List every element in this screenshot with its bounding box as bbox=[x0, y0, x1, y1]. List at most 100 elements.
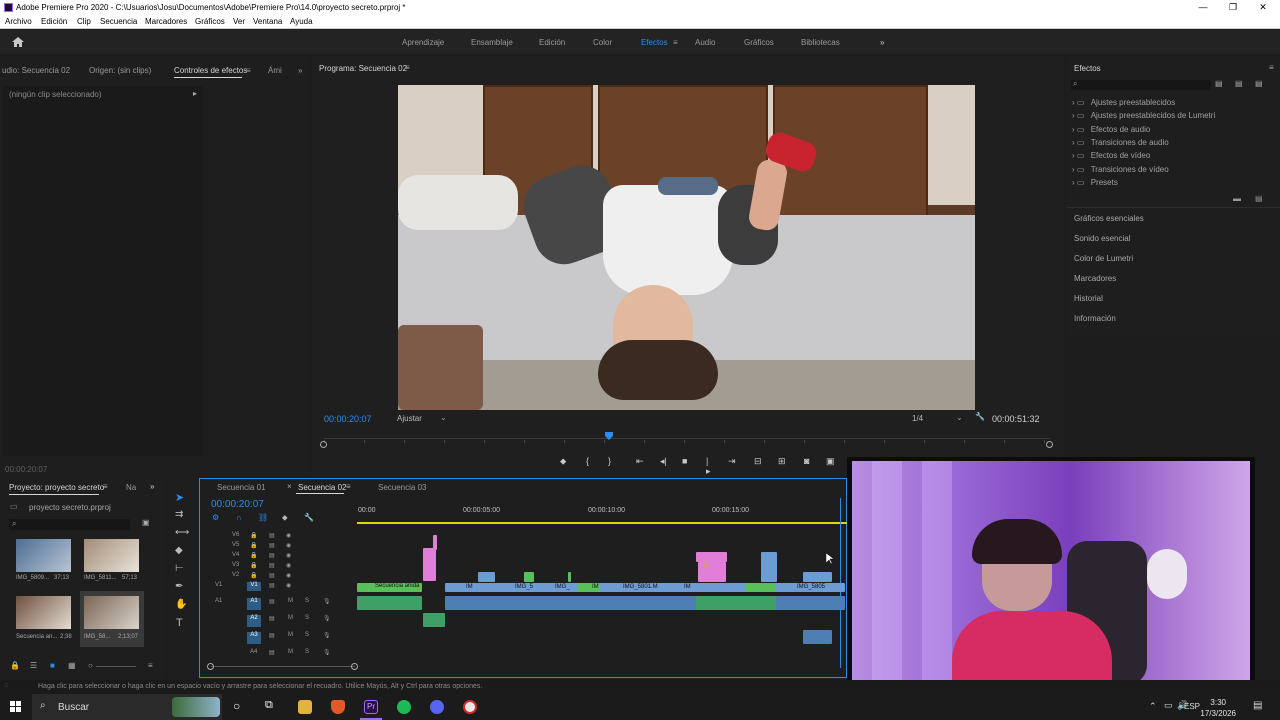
step-back-icon[interactable]: ◂| bbox=[660, 456, 667, 467]
project-menu-icon[interactable]: ≡ bbox=[103, 482, 108, 491]
lock-icon[interactable]: 🔒 bbox=[10, 661, 20, 670]
lift-icon[interactable]: ⊟ bbox=[754, 456, 762, 467]
project-search-input[interactable]: ⌕ bbox=[9, 519, 130, 530]
zoom-slider[interactable] bbox=[96, 666, 136, 667]
timeline-zoom-bar[interactable] bbox=[211, 666, 355, 667]
solo-button[interactable]: S bbox=[305, 649, 309, 655]
task-view-icon[interactable]: ⧉ bbox=[265, 699, 273, 712]
mute-button[interactable]: M bbox=[288, 598, 293, 604]
wrench-icon[interactable]: 🔧 bbox=[975, 412, 985, 421]
mute-button[interactable]: M bbox=[288, 632, 293, 638]
brave-browser-icon[interactable] bbox=[331, 700, 345, 714]
network-icon[interactable]: ▭ bbox=[1164, 700, 1173, 711]
close-tab-icon[interactable]: × bbox=[287, 482, 292, 491]
work-area-bar[interactable] bbox=[357, 522, 847, 524]
track-label[interactable]: A3 bbox=[247, 632, 261, 644]
effects-tree-item[interactable]: › ▭ Ajustes preestablecidos de Lumetri bbox=[1072, 111, 1215, 120]
new-bin-icon[interactable]: ▬ bbox=[1233, 194, 1241, 203]
timeline-tab-3[interactable]: Secuencia 03 bbox=[378, 483, 426, 492]
track-lock-icon[interactable]: 🔒 bbox=[250, 532, 257, 539]
workspace-graficos[interactable]: Gráficos bbox=[744, 38, 774, 47]
menu-ver[interactable]: Ver bbox=[233, 17, 245, 26]
resolution-chevron-icon[interactable]: ⌄ bbox=[956, 413, 963, 422]
taskbar-clock[interactable]: 3:30 17/3/2026 bbox=[1200, 697, 1236, 719]
workspace-efectos[interactable]: Efectos bbox=[641, 38, 668, 47]
timeline-clip[interactable] bbox=[478, 572, 495, 582]
program-playhead[interactable] bbox=[604, 432, 613, 440]
audio-clip[interactable] bbox=[423, 613, 445, 627]
export-frame-icon[interactable]: ◙ bbox=[804, 456, 809, 466]
premiere-taskbar-icon[interactable]: Pr bbox=[364, 700, 378, 714]
add-marker-icon[interactable]: ⬥ bbox=[282, 513, 288, 523]
workspace-aprendizaje[interactable]: Aprendizaje bbox=[402, 38, 444, 47]
type-tool-icon[interactable]: T bbox=[176, 617, 183, 629]
media-browser-tab[interactable]: Na bbox=[126, 483, 136, 492]
step-forward-icon[interactable]: |▸ bbox=[706, 456, 711, 477]
timeline-zoom-handle-right[interactable] bbox=[351, 663, 358, 670]
source-patch-v1[interactable]: V1 bbox=[215, 582, 222, 588]
workspace-ensamblaje[interactable]: Ensamblaje bbox=[471, 38, 513, 47]
project-tab[interactable]: Proyecto: proyecto secreto bbox=[9, 483, 104, 492]
timeline-clip[interactable] bbox=[423, 548, 436, 581]
effects-tree-item[interactable]: › ▭ Efectos de vídeo bbox=[1072, 151, 1150, 160]
track-sync-icon[interactable]: ▤ bbox=[269, 562, 275, 569]
tab-audio-mixer[interactable]: udio: Secuencia 02 bbox=[2, 66, 70, 75]
restore-icon[interactable]: ❐ bbox=[1226, 1, 1240, 13]
effects-search-input[interactable]: ⌕ bbox=[1071, 79, 1211, 90]
timeline-settings-icon[interactable]: 🔧 bbox=[304, 513, 314, 522]
extract-icon[interactable]: ⊞ bbox=[778, 456, 786, 467]
compare-icon[interactable]: ▣ bbox=[826, 456, 835, 467]
slip-tool-icon[interactable]: ⊢ bbox=[175, 563, 184, 574]
section-color-lumetri[interactable]: Color de Lumetri bbox=[1074, 254, 1133, 263]
mark-in-icon[interactable]: { bbox=[586, 456, 589, 466]
cortana-icon[interactable]: ○ bbox=[233, 699, 240, 713]
accelerated-effects-icon[interactable]: ▤ bbox=[1215, 79, 1223, 88]
mark-out-icon[interactable]: } bbox=[608, 456, 611, 466]
tab-effect-controls[interactable]: Controles de efectos bbox=[174, 66, 247, 75]
mic-icon[interactable]: 🎙 bbox=[323, 649, 331, 656]
menu-ventana[interactable]: Ventana bbox=[253, 17, 282, 26]
icon-view-icon[interactable]: ■ bbox=[50, 661, 55, 670]
track-eye-icon[interactable]: ◉ bbox=[286, 562, 291, 569]
obs-icon[interactable] bbox=[463, 700, 477, 714]
program-menu-icon[interactable]: ≡ bbox=[405, 63, 410, 72]
zoom-handle-left[interactable] bbox=[320, 441, 327, 448]
ripple-edit-tool-icon[interactable]: ⟷ bbox=[175, 527, 189, 538]
workspace-menu-icon[interactable]: ≡ bbox=[673, 38, 678, 47]
workspace-audio[interactable]: Audio bbox=[695, 38, 715, 47]
taskbar-search[interactable]: ⌕ Buscar bbox=[32, 694, 222, 720]
track-sync-icon[interactable]: ▤ bbox=[269, 552, 275, 559]
audio-clip[interactable] bbox=[696, 596, 776, 610]
linked-selection-icon[interactable]: ⛓ bbox=[258, 513, 268, 522]
timeline-tab-menu-icon[interactable]: ≡ bbox=[346, 482, 351, 491]
tabs-overflow-icon[interactable]: » bbox=[298, 66, 302, 75]
menu-graficos[interactable]: Gráficos bbox=[195, 17, 225, 26]
track-label[interactable]: V1 bbox=[247, 582, 261, 591]
mic-icon[interactable]: 🎙 bbox=[323, 598, 331, 605]
track-sync-icon[interactable]: ▤ bbox=[269, 572, 275, 579]
hand-tool-icon[interactable]: ✋ bbox=[175, 599, 187, 610]
menu-marcadores[interactable]: Marcadores bbox=[145, 17, 187, 26]
audio-clip[interactable] bbox=[803, 630, 832, 644]
yuv-effects-icon[interactable]: ▤ bbox=[1255, 79, 1263, 88]
mic-icon[interactable]: 🎙 bbox=[323, 632, 331, 639]
menu-archivo[interactable]: Archivo bbox=[5, 17, 32, 26]
track-label[interactable]: A1 bbox=[247, 598, 261, 610]
list-view-icon[interactable]: ☰ bbox=[30, 661, 37, 670]
track-sync-icon[interactable]: ▤ bbox=[269, 615, 275, 622]
track-eye-icon[interactable]: ◉ bbox=[286, 552, 291, 559]
menu-clip[interactable]: Clip bbox=[77, 17, 91, 26]
project-item-selected[interactable]: IMG_58... 2;13;07 bbox=[80, 591, 144, 647]
workspace-edicion[interactable]: Edición bbox=[539, 38, 565, 47]
mute-button[interactable]: M bbox=[288, 615, 293, 621]
language-indicator[interactable]: ESP bbox=[1184, 702, 1200, 711]
timeline-clip[interactable] bbox=[803, 572, 832, 582]
track-sync-icon[interactable]: ▤ bbox=[269, 598, 275, 605]
track-sync-icon[interactable]: ▤ bbox=[269, 532, 275, 539]
tab-source[interactable]: Origen: (sin clips) bbox=[89, 66, 151, 75]
track-lock-icon[interactable]: 🔒 bbox=[250, 552, 257, 559]
freeform-view-icon[interactable]: ▦ bbox=[68, 661, 76, 670]
track-eye-icon[interactable]: ◉ bbox=[286, 582, 291, 589]
file-explorer-icon[interactable] bbox=[298, 700, 312, 714]
close-icon[interactable]: ✕ bbox=[1256, 1, 1270, 13]
